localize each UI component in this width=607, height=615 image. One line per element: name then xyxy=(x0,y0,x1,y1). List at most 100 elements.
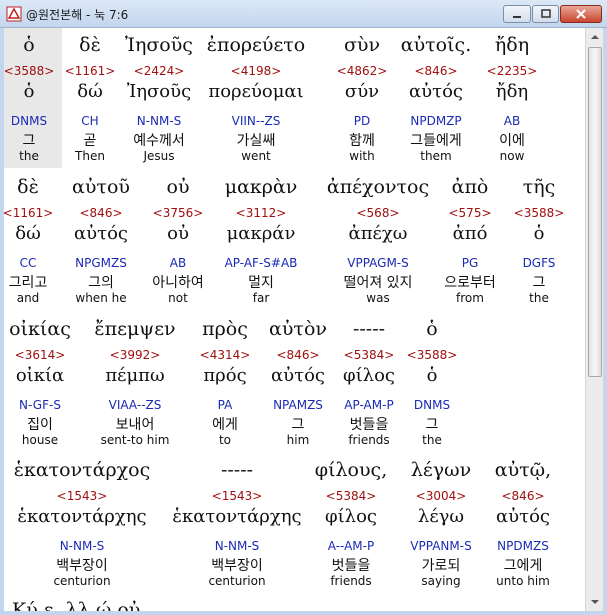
vertical-scrollbar[interactable] xyxy=(585,28,603,611)
korean-gloss: 가로되 xyxy=(421,558,461,574)
strong-number[interactable]: <575> xyxy=(448,206,491,220)
greek-word[interactable]: δὲ xyxy=(79,34,101,56)
english-gloss: him xyxy=(286,433,310,447)
strong-number[interactable]: <3004> xyxy=(416,489,467,503)
morphology-code: N-NM-S xyxy=(59,539,105,553)
strong-number[interactable]: <4198> xyxy=(231,64,282,78)
strong-number[interactable]: <3588> xyxy=(407,348,458,362)
scroll-up-icon[interactable] xyxy=(587,29,603,45)
strong-number[interactable]: <3112> xyxy=(236,206,287,220)
strong-number[interactable]: <1543> xyxy=(57,489,108,503)
greek-word[interactable]: ὁ xyxy=(23,34,34,56)
interlinear-text-view[interactable]: ὁ δὲ Ἰησοῦς ἐπορεύετο σὺν αὐτοῖς. ἤδη <3588> ὁ DN… xyxy=(4,28,584,611)
english-gloss: far xyxy=(252,291,270,305)
strong-number[interactable]: <3588> xyxy=(4,64,54,78)
english-gloss: with xyxy=(349,149,375,163)
english-gloss: house xyxy=(21,433,59,447)
korean-gloss: 가실쌔 xyxy=(236,133,276,149)
close-button[interactable] xyxy=(560,5,602,23)
strong-number[interactable]: <5384> xyxy=(326,489,377,503)
greek-word[interactable]: οὐ xyxy=(167,176,190,198)
greek-word[interactable]: αὐτῷ, xyxy=(495,459,551,481)
korean-gloss: 그 xyxy=(425,417,439,433)
greek-word[interactable]: ὁ xyxy=(426,318,437,340)
greek-word[interactable]: ----- xyxy=(353,318,385,340)
lemma: ἑκατοντάρχης xyxy=(17,506,147,527)
greek-word[interactable]: αὐτοῖς. xyxy=(401,34,471,56)
greek-word[interactable]: φίλους, xyxy=(315,459,387,481)
greek-word[interactable]: σὺν xyxy=(344,34,380,56)
strong-number[interactable]: <5384> xyxy=(344,348,395,362)
strong-number[interactable]: <1161> xyxy=(4,206,53,220)
greek-word[interactable]: οἰκίας xyxy=(9,318,71,340)
korean-gloss: 멀지 xyxy=(248,275,274,291)
morphology-code: DNMS xyxy=(10,114,48,128)
strong-number[interactable]: <2235> xyxy=(487,64,538,78)
lemma: μακράν xyxy=(226,223,296,244)
korean-gloss: 백부장이 xyxy=(56,558,108,574)
lemma: αὐτός xyxy=(74,223,128,244)
strong-number[interactable]: <4862> xyxy=(337,64,388,78)
strong-number[interactable]: <846> xyxy=(79,206,122,220)
greek-word[interactable]: Ἰησοῦς xyxy=(125,34,193,56)
greek-word[interactable]: ἔπεμψεν xyxy=(94,318,175,340)
greek-word[interactable]: μακρὰν xyxy=(225,176,298,198)
korean-gloss: 떨어져 있지 xyxy=(343,275,413,291)
greek-word[interactable]: λέγων xyxy=(411,459,471,481)
strong-number[interactable]: <846> xyxy=(276,348,319,362)
minimize-icon xyxy=(513,16,521,18)
morphology-code: CC xyxy=(19,256,37,270)
greek-word[interactable]: αὐτοῦ xyxy=(72,176,130,198)
lemma: αὐτός xyxy=(496,506,550,527)
english-gloss: was xyxy=(366,291,390,305)
greek-word[interactable]: δὲ xyxy=(17,176,39,198)
morphology-code: PA xyxy=(217,398,233,412)
strong-number[interactable]: <1543> xyxy=(212,489,263,503)
greek-text-line: οἰκίας ἔπεμψεν πρὸς αὐτὸν ----- ὁ xyxy=(4,318,584,350)
strong-number[interactable]: <3992> xyxy=(110,348,161,362)
strong-number[interactable]: <2424> xyxy=(134,64,185,78)
lemma: ἀπέχω xyxy=(348,223,408,244)
strong-number[interactable]: <4314> xyxy=(200,348,251,362)
window-frame-right xyxy=(603,28,607,611)
strong-number[interactable]: <3614> xyxy=(15,348,66,362)
greek-word[interactable]: αὐτὸν xyxy=(269,318,327,340)
morphology-code: NPAMZS xyxy=(273,398,323,412)
scroll-down-icon[interactable] xyxy=(587,594,603,610)
greek-word[interactable]: ἀπέχοντος xyxy=(327,176,429,198)
minimize-button[interactable] xyxy=(503,5,531,23)
greek-word[interactable]: πρὸς xyxy=(202,318,248,340)
strong-number[interactable]: <846> xyxy=(501,489,544,503)
greek-word[interactable]: ἑκατοντάρχος xyxy=(14,459,151,481)
window-title: @원전본해 - 눅 7:6 xyxy=(26,8,129,22)
english-gloss: sent-to him xyxy=(100,433,170,447)
lemma: αὐτός xyxy=(271,365,325,386)
morphology-code: NPDMZP xyxy=(410,114,462,128)
korean-gloss: 그 xyxy=(22,133,36,149)
title-bar: @원전본해 - 눅 7:6 xyxy=(0,0,607,28)
greek-word[interactable]: ἐπορεύετο xyxy=(207,34,305,56)
lemma: Ἰησοῦς xyxy=(126,81,192,102)
morphology-code: AP-AF-S#AB xyxy=(224,256,298,270)
morphology-code: NPGMZS xyxy=(75,256,127,270)
strong-number[interactable]: <568> xyxy=(356,206,399,220)
greek-word[interactable]: τῆς xyxy=(523,176,556,198)
greek-word[interactable]: ἀπὸ xyxy=(452,176,489,198)
strong-number[interactable]: <3588> xyxy=(514,206,565,220)
strong-number[interactable]: <846> xyxy=(414,64,457,78)
english-gloss: Then xyxy=(75,149,105,163)
strong-number[interactable]: <3756> xyxy=(153,206,204,220)
korean-gloss: 백부장이 xyxy=(211,558,263,574)
english-gloss: to xyxy=(218,433,232,447)
english-gloss: Jesus xyxy=(143,149,175,163)
greek-word[interactable]: ----- xyxy=(221,459,253,481)
english-gloss: friends xyxy=(330,574,372,588)
strong-number[interactable]: <1161> xyxy=(65,64,116,78)
morphology-code: N-NM-S xyxy=(136,114,182,128)
maximize-button[interactable] xyxy=(532,5,559,23)
morphology-code: A--AM-P xyxy=(327,539,375,553)
morphology-code: N-NM-S xyxy=(214,539,260,553)
morphology-code: CH xyxy=(81,114,99,128)
greek-word[interactable]: ἤδη xyxy=(495,34,529,56)
scrollbar-thumb[interactable] xyxy=(588,47,602,377)
